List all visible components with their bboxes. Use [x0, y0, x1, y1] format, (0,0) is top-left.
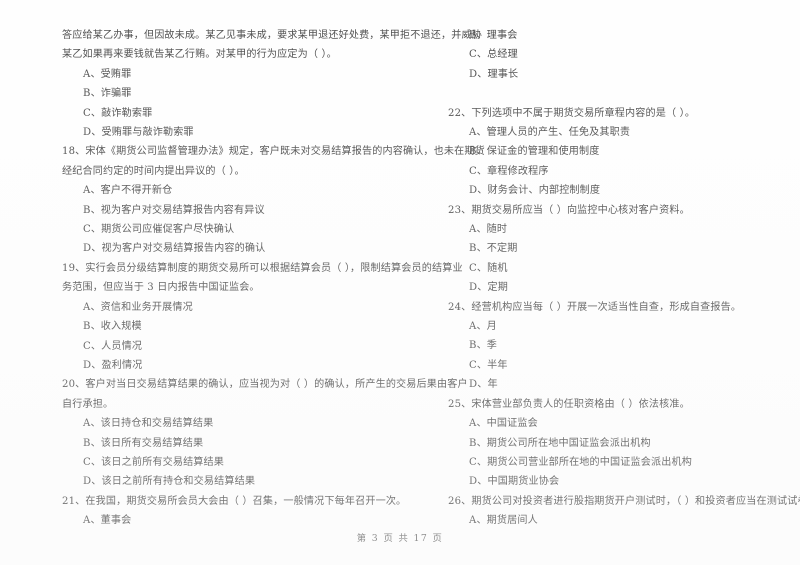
question-stem-line: 19、实行会员分级结算制度的期货交易所可以根据结算会员（ ），限制结算会员的结算… — [62, 262, 463, 274]
left-column: 答应给某乙办事，但因故未成。某乙见事未成，要求某甲退还好处费，某甲拒不退还，并威… — [62, 26, 485, 526]
option-a: A、资信和业务开展情况 — [83, 301, 193, 313]
question-stem-line: 23、期货交易所应当（ ）向监控中心核对客户资料。 — [448, 204, 690, 216]
option-d: D、视为客户对交易结算报告内容的确认 — [83, 243, 266, 255]
option-d: D、中国期货业协会 — [469, 476, 560, 488]
question-26: 26、期货公司对投资者进行股指期货开户测试时，（ ）和投资者应当在测试试卷上签字… — [448, 492, 800, 531]
option-b: B、视为客户对交易结算报告内容有异议 — [83, 204, 265, 216]
question-24: 24、经营机构应当每（ ）开展一次适当性自查，形成自查报告。 A、月 B、季 C… — [448, 298, 798, 395]
question-22: 22、下列选项中不属于期货交易所章程内容的是（ ）。 A、管理人员的产生、任免及… — [448, 104, 798, 201]
option-a: A、期货居间人 — [469, 515, 538, 527]
option-a: A、管理人员的产生、任免及其职责 — [469, 127, 631, 139]
option-d: D、理事长 — [469, 68, 519, 80]
two-column-body: 答应给某乙办事，但因故未成。某乙见事未成，要求某甲退还好处费，某甲拒不退还，并威… — [0, 26, 800, 526]
question-continued-17: 答应给某乙办事，但因故未成。某乙见事未成，要求某甲退还好处费，某甲拒不退还，并威… — [62, 26, 482, 142]
option-b: B、诈骗罪 — [83, 88, 132, 100]
option-b: B、季 — [469, 340, 498, 352]
option-c: C、人员情况 — [83, 340, 143, 352]
option-a: A、月 — [469, 321, 497, 333]
question-stem-line: 26、期货公司对投资者进行股指期货开户测试时，（ ）和投资者应当在测试试卷上签字… — [448, 495, 800, 507]
option-d: D、年 — [469, 379, 498, 391]
option-b: B、该日所有交易结算结果 — [83, 437, 204, 449]
question-stem-line: 务范围，但应当于 3 日内报告中国证监会。 — [62, 282, 260, 294]
question-stem-line: 20、客户对当日交易结算结果的确认，应当视为对（ ）的确认，所产生的交易后果由客… — [62, 379, 468, 391]
question-19: 19、实行会员分级结算制度的期货交易所可以根据结算会员（ ），限制结算会员的结算… — [62, 259, 463, 375]
question-stem-line: 25、宋体营业部负责人的任职资格由（ ）依法核准。 — [448, 398, 690, 410]
option-b: B、期货公司所在地中国证监会派出机构 — [469, 437, 651, 449]
option-c: C、随机 — [469, 262, 508, 274]
option-b: B、收入规模 — [83, 321, 142, 333]
question-stem-line: 21、在我国，期货交易所会员大会由（ ）召集，一般情况下每年召开一次。 — [62, 495, 407, 507]
question-stem-line: 经纪合同约定的时间内提出异议的（ ）。 — [62, 165, 245, 177]
option-d: D、定期 — [469, 282, 508, 294]
option-d: D、该日之前所有持仓和交易结算结果 — [83, 476, 256, 488]
option-c: C、敲诈勒索罪 — [83, 107, 153, 119]
option-b: B、理事会 — [469, 30, 518, 41]
page-footer: 第 3 页 共 17 页 — [356, 533, 444, 544]
option-c: C、期货公司应催促客户尽快确认 — [83, 224, 235, 236]
option-a: A、董事会 — [83, 515, 132, 527]
option-c: C、该日之前所有交易结算结果 — [83, 456, 225, 468]
option-a: A、中国证监会 — [469, 418, 538, 430]
option-c: C、半年 — [469, 359, 508, 371]
question-23: 23、期货交易所应当（ ）向监控中心核对客户资料。 A、随时 B、不定期 C、随… — [448, 201, 798, 298]
option-b: B、保证金的管理和使用制度 — [469, 146, 600, 158]
option-d: D、盈利情况 — [83, 359, 143, 371]
right-column: B、理事会 C、总经理 D、理事长 22、下列选项中不属于期货交易所章程内容的是… — [448, 26, 800, 526]
question-stem-line: 22、下列选项中不属于期货交易所章程内容的是（ ）。 — [448, 107, 696, 119]
option-a: A、受贿罪 — [83, 68, 132, 80]
question-21: 21、在我国，期货交易所会员大会由（ ）召集，一般情况下每年召开一次。 A、董事… — [62, 492, 412, 531]
question-21-options-continued: B、理事会 C、总经理 D、理事长 — [448, 26, 798, 84]
column-spacer — [448, 84, 798, 103]
question-stem-line: 某乙如果再来要钱就告某乙行贿。对某甲的行为应定为（ ）。 — [62, 49, 337, 61]
option-c: C、章程修改程序 — [469, 165, 549, 177]
option-d: D、受贿罪与敲诈勒索罪 — [83, 127, 194, 139]
exam-page: 答应给某乙办事，但因故未成。某乙见事未成，要求某甲退还好处费，某甲拒不退还，并威… — [0, 0, 800, 565]
question-18: 18、宋体《期货公司监督管理办法》规定，客户既未对交易结算报告的内容确认，也未在… — [62, 142, 485, 258]
option-c: C、期货公司营业部所在地的中国证监会派出机构 — [469, 456, 692, 468]
question-25: 25、宋体营业部负责人的任职资格由（ ）依法核准。 A、中国证监会 B、期货公司… — [448, 395, 798, 492]
question-stem-line: 答应给某乙办事，但因故未成。某乙见事未成，要求某甲退还好处费，某甲拒不退还，并威… — [62, 30, 482, 41]
question-stem-line: 24、经营机构应当每（ ）开展一次适当性自查，形成自查报告。 — [448, 301, 742, 313]
option-d: D、财务会计、内部控制制度 — [469, 185, 601, 197]
question-20: 20、客户对当日交易结算结果的确认，应当视为对（ ）的确认，所产生的交易后果由客… — [62, 375, 468, 491]
question-stem-line: 自行承担。 — [62, 398, 114, 410]
option-a: A、客户不得开新仓 — [83, 185, 173, 197]
question-stem-line: 18、宋体《期货公司监督管理办法》规定，客户既未对交易结算报告的内容确认，也未在… — [62, 146, 485, 158]
option-c: C、总经理 — [469, 49, 518, 61]
option-a: A、随时 — [469, 224, 508, 236]
option-a: A、该日持仓和交易结算结果 — [83, 418, 214, 430]
option-b: B、不定期 — [469, 243, 518, 255]
